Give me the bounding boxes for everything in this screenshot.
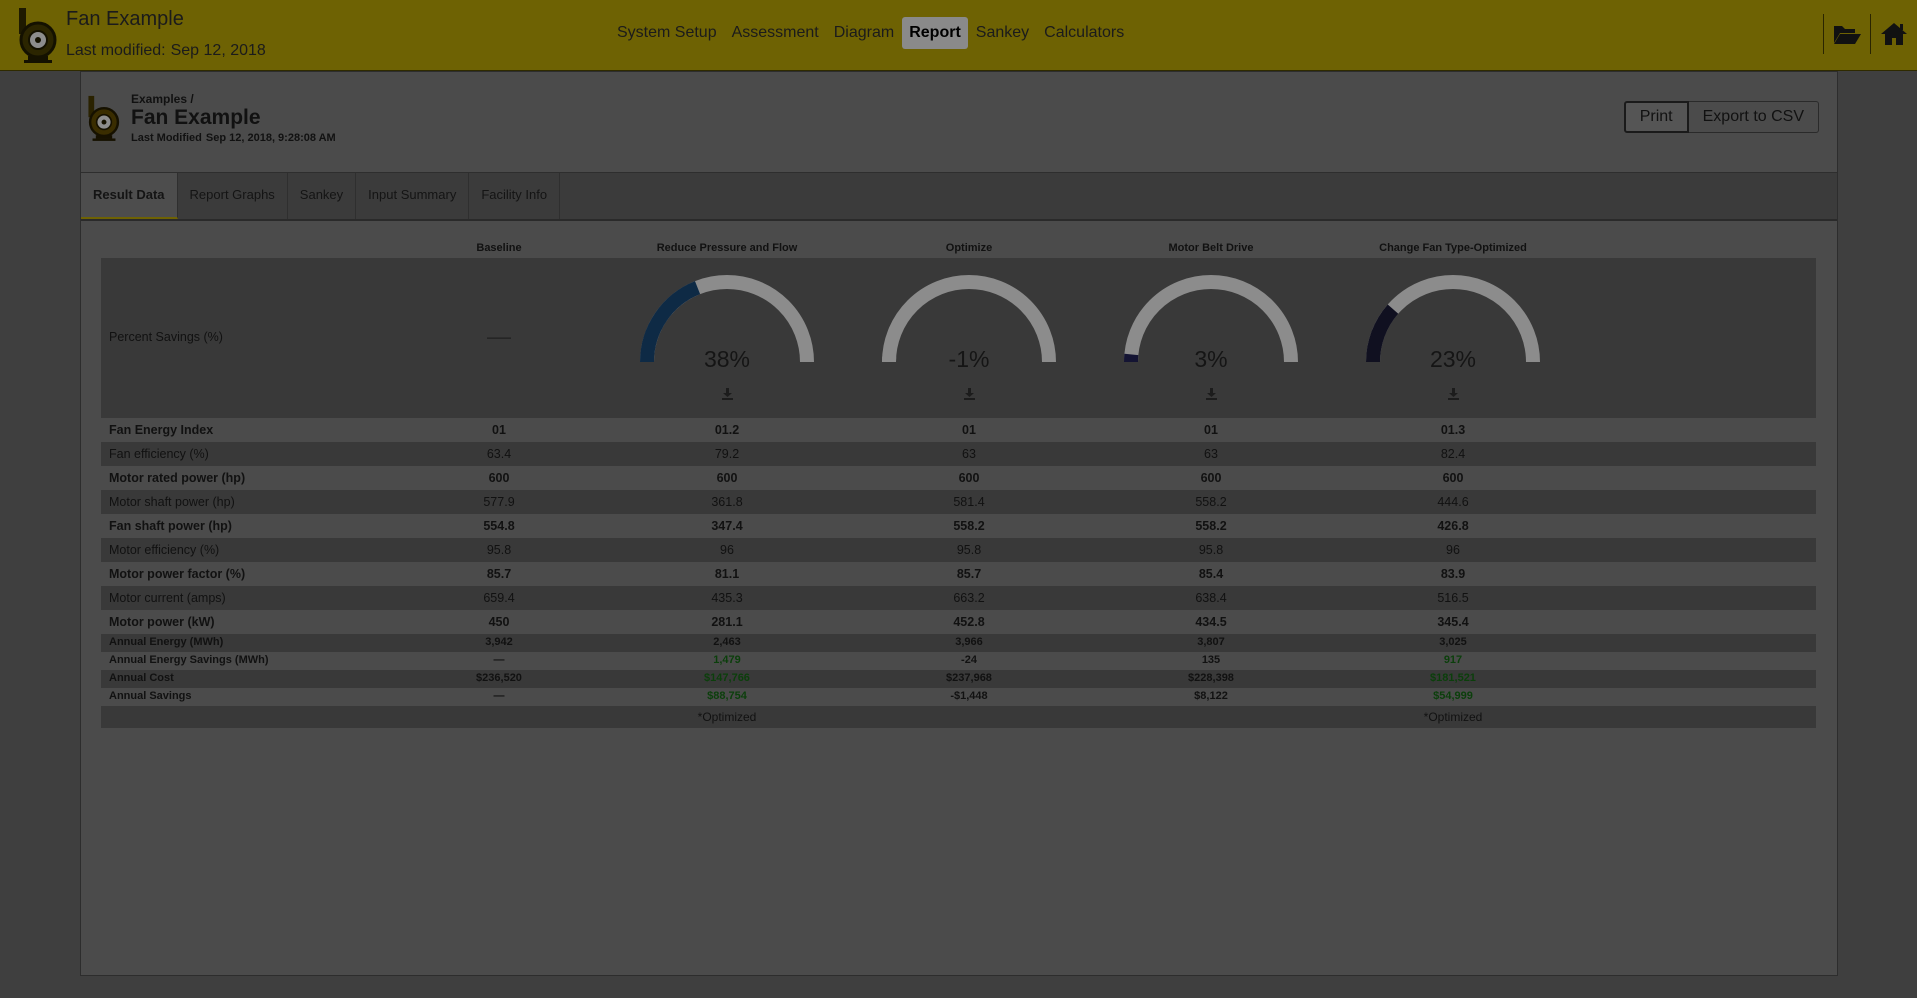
fan-assessment-icon [88, 95, 120, 141]
row-label: Motor efficiency (%) [109, 543, 220, 557]
report-card: Examples / Fan Example Last Modified Sep … [80, 71, 1838, 976]
row-label: Fan efficiency (%) [109, 447, 209, 461]
cell-change-fan-type-optimized: 96 [1446, 543, 1460, 557]
export-csv-button[interactable]: Export to CSV [1688, 101, 1819, 133]
optimized-note-row: *Optimized *Optimized [101, 706, 1816, 728]
app-header: Fan Example Last modified: Sep 12, 2018 S… [0, 0, 1917, 71]
tab-input-summary[interactable]: Input Summary [356, 173, 470, 219]
tab-facility-info[interactable]: Facility Info [469, 173, 561, 219]
row-label: Fan Energy Index [109, 423, 214, 437]
assessment-last-modified: Last Modified Sep 12, 2018, 9:28:08 AM [131, 132, 336, 144]
nav-diagram[interactable]: Diagram [827, 17, 901, 49]
row-label: Annual Energy Savings (MWh) [109, 654, 269, 666]
savings-gauge-change-fan-type-optimized: 23% [1305, 258, 1601, 418]
nav-report[interactable]: Report [902, 17, 968, 49]
download-icon[interactable] [1448, 388, 1459, 400]
download-icon[interactable] [964, 388, 975, 400]
row-label: Annual Energy (MWh) [109, 636, 224, 648]
home-button[interactable] [1870, 14, 1917, 54]
cell-change-fan-type-optimized: 3,025 [1439, 636, 1467, 648]
table-row: Annual Savings — $88,754 -$1,448 $8,122 $54,9… [101, 688, 1816, 706]
percent-savings-row: Percent Savings (%) —— 38% -1% 3% 23% [101, 258, 1816, 418]
table-row: Annual Energy (MWh) 3,942 2,463 3,966 3,807 3… [101, 634, 1816, 652]
tab-sankey[interactable]: Sankey [288, 173, 357, 219]
report-header: Examples / Fan Example Last Modified Sep … [81, 72, 1837, 173]
cell-change-fan-type-optimized: 444.6 [1437, 495, 1469, 509]
table-column-headers: Baseline Reduce Pressure and Flow Optimize… [101, 236, 1816, 258]
tab-report-graphs[interactable]: Report Graphs [178, 173, 288, 219]
report-actions: Print Export to CSV [1623, 101, 1819, 133]
table-row: Fan efficiency (%) 63.4 79.2 63 63 82.4 [101, 442, 1816, 466]
cell-change-fan-type-optimized: $54,999 [1433, 690, 1473, 702]
download-icon[interactable] [1206, 388, 1217, 400]
main-nav: System Setup Assessment Diagram Report Sanke… [610, 17, 1132, 49]
app-title: Fan Example [66, 8, 184, 30]
table-row: Motor rated power (hp) 600 600 600 600 600 [101, 466, 1816, 490]
cell-change-fan-type-optimized: 516.5 [1437, 591, 1469, 605]
assessment-title: Fan Example [131, 106, 261, 129]
report-tabs: Result Data Report Graphs Sankey Input Summ… [81, 173, 1837, 221]
cell-change-fan-type-optimized: 917 [1443, 654, 1463, 666]
table-row: Motor current (amps) 659.4 435.3 663.2 638.4… [101, 586, 1816, 610]
row-label: Motor rated power (hp) [109, 471, 246, 485]
table-row: Annual Cost $236,520 $147,766 $237,968 $228,… [101, 670, 1816, 688]
nav-sankey[interactable]: Sankey [969, 17, 1036, 49]
app-last-modified: Last modified: Sep 12, 2018 [66, 42, 266, 59]
result-data-table: Baseline Reduce Pressure and Flow Optimize… [101, 236, 1816, 728]
row-label: Motor current (amps) [109, 591, 226, 605]
column-header-change-fan-type-optimized: Change Fan Type-Optimized [1379, 242, 1527, 254]
print-button[interactable]: Print [1623, 101, 1689, 133]
row-label: Motor power factor (%) [109, 567, 246, 581]
nav-calculators[interactable]: Calculators [1037, 17, 1131, 49]
download-icon[interactable] [722, 388, 733, 400]
optimized-note: *Optimized [697, 710, 757, 724]
folder-open-button[interactable] [1823, 14, 1870, 54]
cell-change-fan-type-optimized: 01.3 [1440, 423, 1466, 437]
fan-logo-icon [19, 8, 57, 63]
top-icons [1823, 14, 1917, 54]
table-row: Fan Energy Index 01 01.2 01 01 01.3 [101, 418, 1816, 442]
cell-change-fan-type-optimized: 426.8 [1437, 519, 1469, 533]
table-row: Motor efficiency (%) 95.8 96 95.8 95.8 96 [101, 538, 1816, 562]
cell-change-fan-type-optimized: 83.9 [1440, 567, 1466, 581]
table-row: Fan shaft power (hp) 554.8 347.4 558.2 558.2… [101, 514, 1816, 538]
table-row: Motor power factor (%) 85.7 81.1 85.7 85.4 83… [101, 562, 1816, 586]
table-row: Motor power (kW) 450 281.1 452.8 434.5 345.4 [101, 610, 1816, 634]
cell-change-fan-type-optimized: 600 [1442, 471, 1464, 485]
table-row: Annual Energy Savings (MWh) —1,479 -24 135 9… [101, 652, 1816, 670]
cell-change-fan-type-optimized: $181,521 [1430, 672, 1476, 684]
cell-change-fan-type-optimized: 345.4 [1437, 615, 1469, 629]
home-icon [1881, 23, 1907, 45]
row-label: Annual Cost [109, 672, 174, 684]
row-label: Annual Savings [109, 690, 192, 702]
row-label: Fan shaft power (hp) [109, 519, 232, 533]
row-label: Motor power (kW) [109, 615, 215, 629]
tab-result-data[interactable]: Result Data [81, 173, 178, 219]
table-row: Motor shaft power (hp) 577.9 361.8 581.4 558… [101, 490, 1816, 514]
row-label: Motor shaft power (hp) [109, 495, 235, 509]
cell-change-fan-type-optimized: 82.4 [1440, 447, 1466, 461]
folder-open-icon [1834, 26, 1861, 44]
row-label: Percent Savings (%) [109, 330, 223, 344]
nav-assessment[interactable]: Assessment [725, 17, 826, 49]
nav-system-setup[interactable]: System Setup [610, 17, 724, 49]
optimized-note: *Optimized [1423, 710, 1483, 724]
gauge-value: 23% [1429, 346, 1477, 372]
breadcrumb[interactable]: Examples / [131, 92, 194, 106]
